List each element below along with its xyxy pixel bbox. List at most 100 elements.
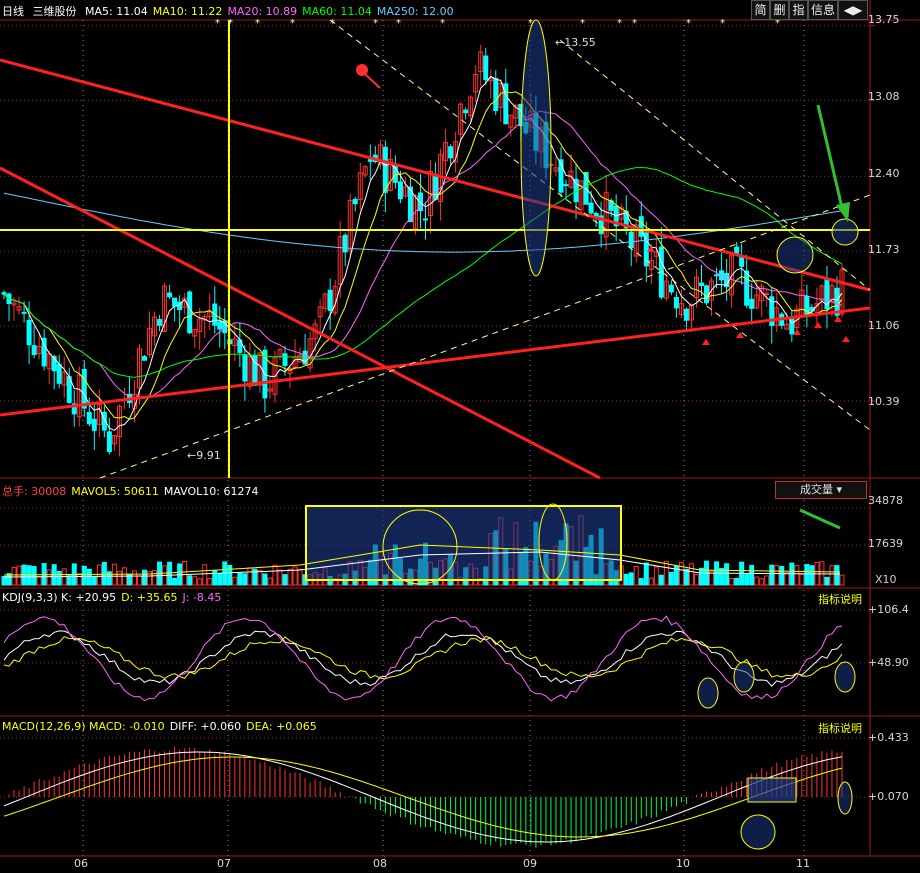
volume-bar bbox=[91, 576, 97, 586]
volume-bar bbox=[688, 563, 694, 586]
trendline-support bbox=[0, 306, 871, 417]
volume-tick-1: 17639 bbox=[868, 537, 903, 550]
volume-bar bbox=[744, 574, 750, 586]
signal-mark: * bbox=[290, 18, 295, 29]
volume-bar bbox=[101, 561, 107, 586]
macd-help-link[interactable]: 指标说明 bbox=[818, 720, 862, 736]
volume-bar bbox=[779, 565, 785, 586]
delete-button[interactable]: 删 bbox=[770, 0, 789, 20]
candle-body bbox=[242, 354, 248, 382]
vol-value-2: MAVOL10: 61274 bbox=[163, 485, 259, 498]
green-arrow bbox=[816, 104, 845, 213]
candle-body bbox=[86, 411, 92, 425]
macd-value-1: DIFF: +0.060 bbox=[169, 720, 242, 733]
red-up-arrow bbox=[834, 316, 842, 322]
volume-bar bbox=[834, 565, 840, 586]
volume-bar bbox=[297, 568, 303, 586]
candle-body bbox=[563, 184, 569, 187]
macd-tick-0: +0.433 bbox=[868, 731, 909, 744]
macd-header: MACD(12,26,9) MACD: -0.010 DIFF: +0.060 DE… bbox=[2, 720, 322, 733]
signal-mark: * bbox=[617, 18, 622, 29]
macd-value-2: DEA: +0.065 bbox=[246, 720, 317, 733]
channel-line-3 bbox=[559, 39, 871, 291]
signal-mark: * bbox=[632, 18, 637, 29]
candle-body bbox=[282, 353, 288, 366]
volume-bar bbox=[212, 570, 218, 586]
volume-bar bbox=[794, 565, 800, 586]
chart-canvas[interactable]: * * * * * * * * * * * * * * * bbox=[0, 0, 920, 873]
macd-circle bbox=[837, 781, 853, 815]
volume-bar bbox=[267, 577, 273, 586]
candle-body bbox=[352, 198, 358, 205]
candle-body bbox=[683, 308, 689, 321]
d-line bbox=[3, 635, 843, 680]
candle-body bbox=[588, 202, 594, 214]
volume-bar bbox=[653, 566, 659, 586]
volume-bar bbox=[217, 573, 223, 586]
volume-bar bbox=[724, 563, 730, 586]
volume-bar bbox=[272, 564, 278, 586]
stock-name: 三维股份 bbox=[32, 5, 77, 18]
volume-bar bbox=[116, 570, 122, 586]
kdj-circle bbox=[834, 661, 856, 693]
volume-unit: X10 bbox=[875, 573, 897, 586]
ma250-line bbox=[3, 192, 843, 253]
simple-button[interactable]: 简 bbox=[751, 0, 770, 20]
volume-bar bbox=[282, 574, 288, 586]
red-up-arrow bbox=[842, 336, 850, 342]
price-tick-0: 13.75 bbox=[868, 13, 900, 26]
indicator-button[interactable]: 指 bbox=[789, 0, 808, 20]
candle-body bbox=[81, 368, 87, 409]
volume-indicator-select[interactable]: 成交量 ▾ bbox=[775, 481, 867, 499]
signal-mark: * bbox=[255, 18, 260, 29]
arrow-left-right-icon[interactable]: ◀▶ bbox=[838, 0, 868, 20]
candle-body bbox=[764, 293, 770, 296]
signal-mark: * bbox=[580, 18, 585, 29]
volume-bar bbox=[142, 569, 148, 586]
volume-bar bbox=[26, 565, 32, 586]
volume-bar bbox=[829, 565, 835, 586]
signal-mark: * bbox=[396, 18, 401, 29]
volume-bar bbox=[56, 570, 62, 586]
channel-line-1 bbox=[99, 194, 871, 479]
ma-value-2: MA20: 10.89 bbox=[227, 5, 298, 18]
signal-mark: * bbox=[440, 18, 445, 29]
kdj-help-link[interactable]: 指标说明 bbox=[818, 591, 862, 607]
macd-highlight-box bbox=[747, 777, 797, 803]
signal-mark: * bbox=[528, 18, 533, 29]
volume-bar bbox=[638, 578, 644, 586]
volume-bar bbox=[764, 575, 770, 586]
volume-bar bbox=[698, 567, 704, 586]
price-tick-4: 11.06 bbox=[868, 319, 900, 332]
ma-value-0: MA5: 11.04 bbox=[85, 5, 148, 18]
volume-bar bbox=[106, 571, 112, 586]
volume-bar bbox=[759, 578, 765, 586]
volume-bar bbox=[46, 569, 52, 586]
candle-body bbox=[31, 345, 37, 355]
volume-bar bbox=[86, 568, 92, 586]
ma-value-1: MA10: 11.22 bbox=[152, 5, 223, 18]
candle-body bbox=[187, 291, 193, 334]
volume-bar bbox=[131, 570, 137, 586]
volume-bar bbox=[31, 566, 37, 586]
volume-bar bbox=[668, 571, 674, 586]
volume-bar bbox=[648, 577, 654, 586]
candle-body bbox=[714, 274, 720, 277]
volume-bar bbox=[192, 576, 198, 586]
volume-bar bbox=[292, 566, 298, 586]
candle-body bbox=[106, 431, 112, 453]
vol-value-0: 总手: 30008 bbox=[2, 485, 67, 498]
volume-bar bbox=[729, 577, 735, 586]
x-tick-11: 11 bbox=[796, 857, 810, 870]
price-header: 日线 三维股份 MA5: 11.04 MA10: 11.22 MA20: 10.89… bbox=[2, 3, 464, 19]
candle-body bbox=[789, 316, 795, 335]
candle-body bbox=[21, 311, 27, 314]
candle-body bbox=[704, 285, 710, 304]
volume-bar bbox=[66, 575, 72, 586]
volume-highlight-box bbox=[305, 505, 622, 581]
info-button[interactable]: 信息 bbox=[808, 0, 838, 20]
volume-bar bbox=[693, 573, 699, 586]
volume-bar bbox=[172, 577, 178, 586]
candle-body bbox=[433, 174, 439, 200]
candle-body bbox=[673, 296, 679, 309]
